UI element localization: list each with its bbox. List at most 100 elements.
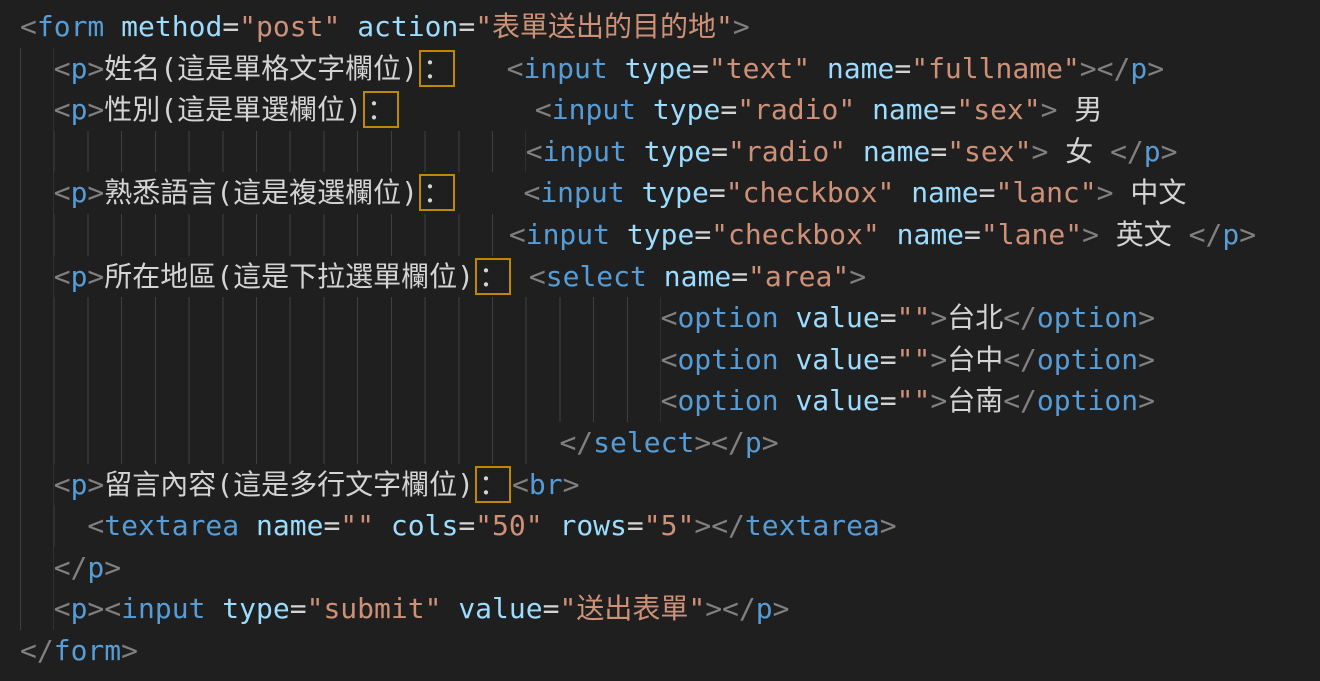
- token-attr: method: [121, 10, 222, 43]
- code-line[interactable]: <textarea name="" cols="50" rows="5"></t…: [20, 505, 1320, 547]
- token-attr: name: [256, 509, 323, 542]
- token-punct: ><: [87, 592, 121, 625]
- token-eq: =: [930, 135, 947, 168]
- token-tag: input: [523, 52, 607, 85]
- token-tag: form: [37, 10, 104, 43]
- token-punct: <: [54, 260, 71, 293]
- token-tag: option: [1037, 343, 1138, 376]
- token-text: [846, 135, 863, 168]
- indent-guides: [20, 339, 661, 381]
- code-area[interactable]: <form method="post" action="表單送出的目的地"><p…: [20, 6, 1320, 672]
- code-line[interactable]: <option value="">台中</option>: [20, 339, 1320, 381]
- token-punct: </: [20, 634, 54, 667]
- token-attr: name: [664, 260, 731, 293]
- token-string: "表單送出的目的地": [475, 10, 733, 43]
- token-eq: =: [692, 52, 709, 85]
- token-tag: br: [529, 468, 563, 501]
- token-eq: =: [458, 10, 475, 43]
- token-tag: input: [526, 218, 610, 251]
- token-punct: >: [849, 260, 866, 293]
- code-line[interactable]: <input type="checkbox" name="lane"> 英文 <…: [20, 214, 1320, 256]
- token-tag: input: [543, 135, 627, 168]
- token-punct: >: [1138, 301, 1155, 334]
- unicode-highlight-colon: ：: [419, 174, 455, 211]
- token-string: "lanc": [996, 176, 1097, 209]
- token-punct: <: [54, 176, 71, 209]
- token-attr: value: [795, 384, 879, 417]
- token-tag: p: [71, 93, 88, 126]
- code-line[interactable]: </form>: [20, 630, 1320, 672]
- token-text: [855, 93, 872, 126]
- token-eq: =: [880, 301, 897, 334]
- token-attr: type: [627, 218, 694, 251]
- token-eq: =: [979, 176, 996, 209]
- token-punct: ></: [705, 592, 756, 625]
- token-text: 台中: [947, 343, 1003, 376]
- indent-guides: [20, 380, 661, 422]
- token-punct: >: [563, 468, 580, 501]
- code-editor[interactable]: <form method="post" action="表單送出的目的地"><p…: [0, 0, 1320, 681]
- token-eq: =: [694, 218, 711, 251]
- token-attr: type: [641, 176, 708, 209]
- code-line[interactable]: <p>性別(這是單選欄位)： <input type="radio" name=…: [20, 89, 1320, 131]
- token-punct: </: [1110, 135, 1144, 168]
- code-line[interactable]: <p>留言內容(這是多行文字欄位)：<br>: [20, 464, 1320, 506]
- code-line[interactable]: <p><input type="submit" value="送出表單"></p…: [20, 588, 1320, 630]
- token-text: [625, 176, 642, 209]
- indent-guides: [20, 588, 54, 630]
- token-text: [456, 176, 523, 209]
- token-punct: >: [773, 592, 790, 625]
- token-string: "": [340, 509, 374, 542]
- token-tag: option: [677, 343, 778, 376]
- token-punct: <: [529, 260, 546, 293]
- token-string: "送出表單": [559, 592, 705, 625]
- code-line[interactable]: <p>姓名(這是單格文字欄位)： <input type="text" name…: [20, 48, 1320, 90]
- token-text: [104, 10, 121, 43]
- token-punct: >: [930, 384, 947, 417]
- token-punct: <: [54, 468, 71, 501]
- token-text: [340, 10, 357, 43]
- token-punct: >: [1138, 384, 1155, 417]
- token-string: "area": [748, 260, 849, 293]
- token-punct: >: [1032, 135, 1049, 168]
- token-string: "checkbox": [711, 218, 880, 251]
- token-tag: input: [121, 592, 205, 625]
- code-line[interactable]: <option value="">台北</option>: [20, 297, 1320, 339]
- token-tag: option: [1037, 384, 1138, 417]
- token-punct: >: [930, 343, 947, 376]
- token-text: 英文: [1099, 218, 1189, 251]
- token-text: [456, 52, 507, 85]
- token-text: [894, 176, 911, 209]
- unicode-highlight-colon: ：: [419, 50, 455, 87]
- code-line[interactable]: <option value="">台南</option>: [20, 380, 1320, 422]
- token-punct: >: [1161, 135, 1178, 168]
- token-text: [400, 93, 535, 126]
- code-line[interactable]: <p>所在地區(這是下拉選單欄位)： <select name="area">: [20, 256, 1320, 298]
- code-line[interactable]: </select></p>: [20, 422, 1320, 464]
- code-line[interactable]: <input type="radio" name="sex"> 女 </p>: [20, 131, 1320, 173]
- token-eq: =: [290, 592, 307, 625]
- token-text: [512, 260, 529, 293]
- token-punct: >: [733, 10, 750, 43]
- token-attr: name: [863, 135, 930, 168]
- token-punct: <: [523, 176, 540, 209]
- code-line[interactable]: <p>熟悉語言(這是複選欄位)： <input type="checkbox" …: [20, 172, 1320, 214]
- token-string: "fullname": [911, 52, 1080, 85]
- token-string: "": [897, 301, 931, 334]
- token-text: [627, 135, 644, 168]
- token-string: "sex": [947, 135, 1031, 168]
- token-attr: name: [911, 176, 978, 209]
- token-tag: p: [1130, 52, 1147, 85]
- token-attr: rows: [559, 509, 626, 542]
- token-string: "radio": [737, 93, 855, 126]
- token-punct: <: [535, 93, 552, 126]
- code-line[interactable]: </p>: [20, 547, 1320, 589]
- token-punct: >: [1041, 93, 1058, 126]
- token-text: 所在地區(這是下拉選單欄位): [104, 260, 474, 293]
- token-string: "sex": [956, 93, 1040, 126]
- token-string: "5": [644, 509, 695, 542]
- token-text: [441, 592, 458, 625]
- token-punct: <: [54, 592, 71, 625]
- indent-guides: [20, 89, 54, 131]
- code-line[interactable]: <form method="post" action="表單送出的目的地">: [20, 6, 1320, 48]
